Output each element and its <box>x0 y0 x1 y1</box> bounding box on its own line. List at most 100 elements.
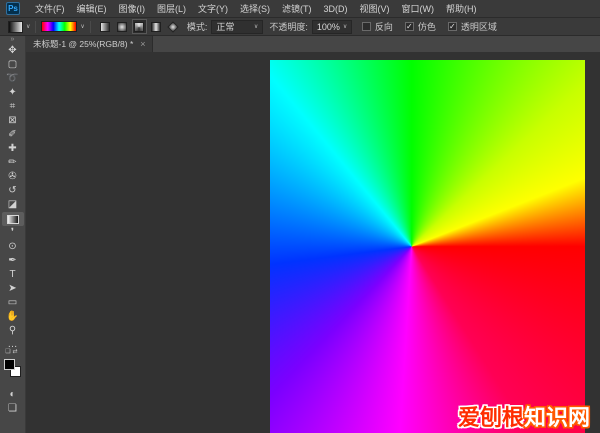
quick-mask-button[interactable]: ◐ <box>2 388 24 402</box>
marquee-icon: ▢ <box>8 60 17 70</box>
crop-icon: ⌗ <box>10 102 16 112</box>
toolbar-grip-icon[interactable]: » <box>11 36 15 44</box>
crop-tool[interactable]: ⌗ <box>2 100 24 114</box>
shape-tool[interactable]: ▭ <box>2 296 24 310</box>
opacity-select[interactable]: 100% ∨ <box>312 20 352 34</box>
menu-help[interactable]: 帮助(H) <box>440 0 483 18</box>
document-title: 未标题-1 @ 25%(RGB/8) * <box>33 38 133 50</box>
reflected-gradient-button[interactable] <box>149 19 164 34</box>
frame-icon: ⊠ <box>8 116 16 126</box>
marquee-tool[interactable]: ▢ <box>2 58 24 72</box>
watermark-part2: 知识网 <box>524 406 590 431</box>
chevron-down-icon: ∨ <box>254 23 258 30</box>
dodge-icon: ⊙ <box>8 242 16 252</box>
menu-layer[interactable]: 图层(L) <box>151 0 192 18</box>
foreground-color-swatch[interactable] <box>4 359 15 370</box>
clone-stamp-icon: ✇ <box>8 172 16 182</box>
gradient-option-checkboxes: ✓ 反向 ✓ 仿色 ✓ 透明区域 <box>362 20 497 33</box>
chevron-down-icon: ∨ <box>343 23 347 30</box>
default-swap-colors-icon[interactable]: ❏⇄ <box>2 348 24 355</box>
pen-tool[interactable]: ✒ <box>2 254 24 268</box>
brush-icon: ✏ <box>8 158 16 168</box>
blur-drop-icon: ❜ <box>11 228 14 238</box>
blur-tool[interactable]: ❜ <box>2 226 24 240</box>
menu-type[interactable]: 文字(Y) <box>192 0 234 18</box>
opacity-label: 不透明度: <box>269 20 308 33</box>
angle-gradient-button[interactable] <box>132 19 147 34</box>
watermark-part1: 爱刨根 <box>458 406 524 431</box>
zoom-icon: ⚲ <box>9 326 16 336</box>
linear-gradient-icon <box>100 22 110 32</box>
dodge-tool[interactable]: ⊙ <box>2 240 24 254</box>
close-icon[interactable]: × <box>140 39 145 49</box>
radial-gradient-icon <box>117 22 127 32</box>
opacity-value: 100% <box>317 22 340 32</box>
eraser-icon: ◪ <box>8 200 17 210</box>
diamond-gradient-icon <box>168 21 179 32</box>
eraser-tool[interactable]: ◪ <box>2 198 24 212</box>
gradient-tool[interactable] <box>2 212 24 226</box>
reverse-label: 反向 <box>375 20 393 33</box>
hand-tool[interactable]: ✋ <box>2 310 24 324</box>
menu-file[interactable]: 文件(F) <box>29 0 71 18</box>
photoshop-logo: Ps <box>6 2 20 15</box>
menu-image[interactable]: 图像(I) <box>113 0 152 18</box>
path-selection-tool[interactable]: ➤ <box>2 282 24 296</box>
lasso-tool[interactable]: ➰ <box>2 72 24 86</box>
menu-window[interactable]: 窗口(W) <box>396 0 441 18</box>
screen-mode-button[interactable]: ❏ <box>2 402 24 416</box>
dither-checkbox-row[interactable]: ✓ 仿色 <box>405 20 436 33</box>
magic-wand-icon: ✦ <box>8 88 16 98</box>
chevron-down-icon[interactable]: ∨ <box>80 23 84 30</box>
healing-brush-icon: ✚ <box>8 144 16 154</box>
menu-3d[interactable]: 3D(D) <box>318 0 354 18</box>
healing-brush-tool[interactable]: ✚ <box>2 142 24 156</box>
type-icon: T <box>9 270 15 280</box>
history-brush-tool[interactable]: ↺ <box>2 184 24 198</box>
screen-mode-icon: ❏ <box>8 404 17 414</box>
blend-mode-select[interactable]: 正常 ∨ <box>211 20 263 34</box>
transparency-checkbox[interactable]: ✓ <box>448 22 457 31</box>
photoshop-window: Ps 文件(F) 编辑(E) 图像(I) 图层(L) 文字(Y) 选择(S) 滤… <box>0 0 600 433</box>
gradient-preview[interactable] <box>41 21 77 32</box>
tool-options-bar: ∨ ∨ 模式: 正常 ∨ 不透明度: 100% ∨ ✓ 反向 ✓ <box>0 18 600 36</box>
document-canvas[interactable] <box>270 60 585 433</box>
frame-tool[interactable]: ⊠ <box>2 114 24 128</box>
reverse-checkbox[interactable]: ✓ <box>362 22 371 31</box>
pen-icon: ✒ <box>8 256 16 266</box>
brush-tool[interactable]: ✏ <box>2 156 24 170</box>
magic-wand-tool[interactable]: ✦ <box>2 86 24 100</box>
dither-checkbox[interactable]: ✓ <box>405 22 414 31</box>
menu-select[interactable]: 选择(S) <box>234 0 276 18</box>
menu-filter[interactable]: 滤镜(T) <box>276 0 318 18</box>
separator <box>90 21 91 33</box>
move-icon: ✥ <box>8 46 16 56</box>
blend-mode-value: 正常 <box>216 20 234 33</box>
chevron-down-icon[interactable]: ∨ <box>26 23 30 30</box>
reflected-gradient-icon <box>151 22 161 32</box>
menu-edit[interactable]: 编辑(E) <box>71 0 113 18</box>
document-tab[interactable]: 未标题-1 @ 25%(RGB/8) * × <box>26 36 153 52</box>
eyedropper-tool[interactable]: ✐ <box>2 128 24 142</box>
linear-gradient-button[interactable] <box>98 19 113 34</box>
transparency-label: 透明区域 <box>461 20 497 33</box>
mode-label: 模式: <box>187 20 208 33</box>
quick-mask-icon: ◐ <box>9 390 15 400</box>
separator <box>35 21 36 33</box>
radial-gradient-button[interactable] <box>115 19 130 34</box>
reverse-checkbox-row[interactable]: ✓ 反向 <box>362 20 393 33</box>
menu-view[interactable]: 视图(V) <box>354 0 396 18</box>
clone-stamp-tool[interactable]: ✇ <box>2 170 24 184</box>
transparency-checkbox-row[interactable]: ✓ 透明区域 <box>448 20 497 33</box>
tools-panel: » ✥ ▢ ➰ ✦ ⌗ ⊠ ✐ ✚ ✏ ✇ ↺ ◪ ❜ ⊙ ✒ T ➤ ▭ ✋ … <box>0 36 26 433</box>
watermark: 爱刨根知识网 <box>458 400 590 432</box>
document-tab-bar: 未标题-1 @ 25%(RGB/8) * × <box>26 36 600 52</box>
menu-bar: Ps 文件(F) 编辑(E) 图像(I) 图层(L) 文字(Y) 选择(S) 滤… <box>0 0 600 18</box>
history-brush-icon: ↺ <box>8 186 16 196</box>
type-tool[interactable]: T <box>2 268 24 282</box>
hand-icon: ✋ <box>6 312 18 322</box>
diamond-gradient-button[interactable] <box>166 19 181 34</box>
zoom-tool[interactable]: ⚲ <box>2 324 24 338</box>
tool-preset-picker[interactable] <box>8 21 23 33</box>
move-tool[interactable]: ✥ <box>2 44 24 58</box>
